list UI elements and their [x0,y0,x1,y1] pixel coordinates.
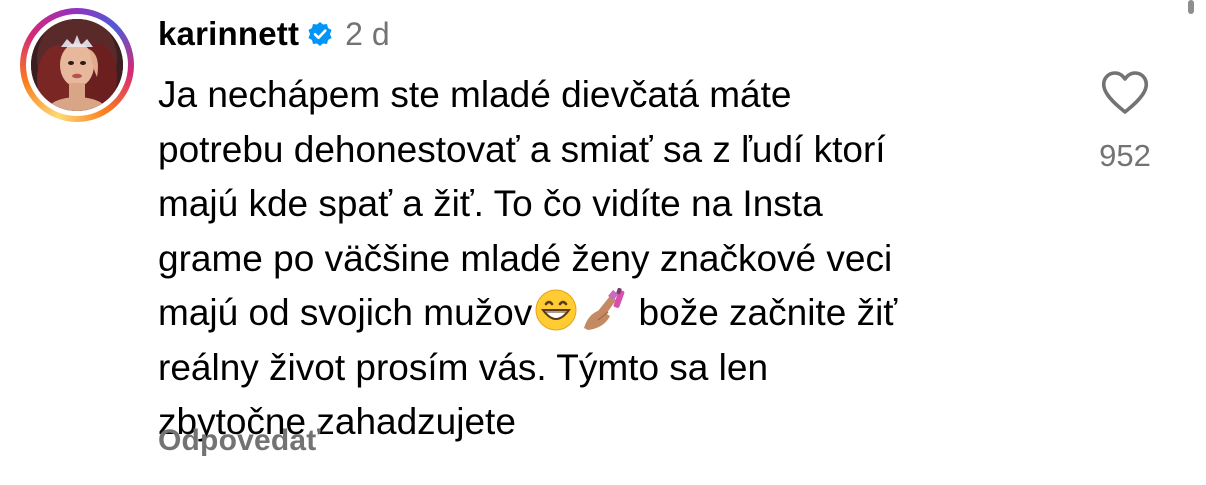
username[interactable]: karinnett [158,15,299,53]
comment-line: Ja nechápem ste mladé dievčatá máte [158,74,792,115]
comment-line: grame po väčšine mladé ženy značkové vec… [158,237,893,279]
comment-line-segment: majú od svojich mužov [158,292,533,333]
like-count: 952 [1099,138,1151,173]
scrollbar[interactable] [1188,0,1194,14]
like-area: 952 [1080,68,1170,188]
verified-badge-icon [307,21,333,47]
comment-timestamp: 2 d [345,15,390,52]
comment-line: majú kde spať a žiť. To čo vidíte na Ins… [158,183,823,224]
avatar-image [31,19,123,111]
grinning-face-emoji [532,288,580,332]
nail-polish-emoji [580,287,628,332]
comment-line: potrebu dehonestovať a smiať sa z ľudí k… [158,128,886,170]
comment: karinnett 2 d Ja nechápem ste mladé diev… [0,0,1206,485]
avatar-story-ring[interactable] [20,8,134,122]
comment-line-with-emojis: majú od svojich mužov bože začnite žiť [158,286,1058,341]
reply-button[interactable]: Odpovedať [158,424,321,458]
avatar[interactable] [31,19,123,111]
comment-line: reálny život prosím vás. Týmto sa len [158,346,769,388]
comment-text: Ja nechápem ste mladé dievčatá máte potr… [158,68,1058,450]
comment-header: karinnett 2 d [158,12,390,56]
heart-outline-icon[interactable] [1100,70,1150,116]
avatar-ring-gap [26,14,128,116]
comment-line-segment: bože začnite žiť [638,292,898,333]
